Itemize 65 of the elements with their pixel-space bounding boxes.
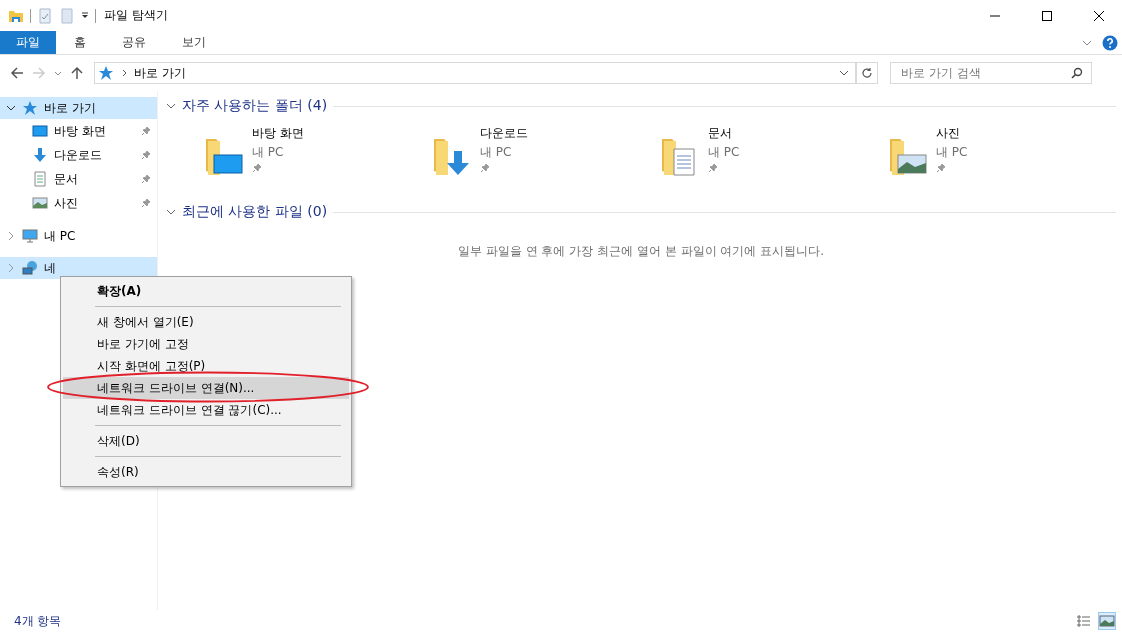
folder-location: 내 PC xyxy=(252,144,285,161)
section-heading[interactable]: 최근에 사용한 파일 (0) xyxy=(182,203,328,221)
star-icon xyxy=(22,100,38,116)
tree-item[interactable]: 사진 xyxy=(0,191,157,215)
menu-item[interactable]: 삭제(D) xyxy=(63,430,349,452)
folder-name: 바탕 화면 xyxy=(252,125,304,142)
network-icon xyxy=(22,260,38,276)
item-count: 4개 항목 xyxy=(14,612,62,630)
maximize-icon xyxy=(1042,10,1052,21)
search-icon[interactable] xyxy=(1071,67,1083,79)
empty-message: 일부 파일을 연 후에 가장 최근에 열어 본 파일이 여기에 표시됩니다. xyxy=(457,243,825,260)
folder-location: 내 PC xyxy=(480,144,513,161)
ribbon-tab[interactable]: 홈 xyxy=(56,31,104,54)
folder-name: 사진 xyxy=(936,125,961,142)
dropdown-icon[interactable] xyxy=(81,11,89,20)
chevron-down-icon[interactable] xyxy=(54,69,62,77)
menu-item[interactable]: 바로 가기에 고정 xyxy=(63,333,349,355)
tree-item[interactable]: 다운로드 xyxy=(0,143,157,167)
back-arrow-icon[interactable] xyxy=(10,66,24,80)
picture-icon xyxy=(32,195,48,211)
address-bar[interactable]: 바로 가기 xyxy=(94,62,856,84)
down-arrow-icon xyxy=(32,147,48,163)
section-heading[interactable]: 자주 사용하는 폴더 (4) xyxy=(182,97,328,115)
tree-item[interactable]: 네 xyxy=(0,257,157,279)
ribbon-tab[interactable]: 보기 xyxy=(164,31,224,54)
details-view-icon[interactable] xyxy=(1076,613,1092,629)
folder-location: 내 PC xyxy=(708,144,740,161)
folder-tile[interactable]: 바탕 화면 내 PC xyxy=(200,121,428,191)
refresh-icon xyxy=(861,67,873,79)
expanded-chevron-icon[interactable] xyxy=(166,207,176,217)
folder-tile[interactable]: 사진 내 PC xyxy=(884,121,1112,191)
star-icon xyxy=(98,65,114,81)
close-icon xyxy=(1094,10,1104,21)
folder-name: 다운로드 xyxy=(480,125,528,142)
address-path: 바로 가기 xyxy=(134,64,186,82)
document-icon xyxy=(32,171,48,187)
search-field[interactable]: 바로 가기 검색 xyxy=(890,62,1092,84)
monitor-icon xyxy=(22,228,38,244)
tree-item[interactable]: 문서 xyxy=(0,167,157,191)
menu-item[interactable]: 네트워크 드라이브 연결 끊기(C)... xyxy=(63,399,349,421)
tree-item[interactable]: 바로 가기 xyxy=(0,97,157,119)
menu-item[interactable]: 네트워크 드라이브 연결(N)... xyxy=(63,377,349,399)
ribbon-tab[interactable]: 파일 xyxy=(0,31,56,54)
menu-item[interactable]: 확장(A) xyxy=(63,280,349,302)
refresh-button[interactable] xyxy=(856,62,878,84)
window-title: 파일 탐색기 xyxy=(104,7,168,24)
menu-item[interactable]: 새 창에서 열기(E) xyxy=(63,311,349,333)
tree-item[interactable]: 바탕 화면 xyxy=(0,119,157,143)
expanded-chevron-icon[interactable] xyxy=(6,103,16,113)
chevron-right-icon xyxy=(120,69,128,77)
desktop-icon xyxy=(32,123,48,139)
large-icons-view-icon[interactable] xyxy=(1098,612,1116,630)
tree-item[interactable]: 내 PC xyxy=(0,225,157,247)
folder-tile[interactable]: 다운로드 내 PC xyxy=(428,121,656,191)
menu-item[interactable]: 시작 화면에 고정(P) xyxy=(63,355,349,377)
up-arrow-icon[interactable] xyxy=(70,66,84,80)
folder-name: 문서 xyxy=(708,125,733,142)
help-icon[interactable] xyxy=(1102,34,1118,51)
collapsed-chevron-icon[interactable] xyxy=(6,231,16,241)
expanded-chevron-icon[interactable] xyxy=(166,101,176,111)
chevron-down-icon[interactable] xyxy=(839,68,849,78)
folder-location: 내 PC xyxy=(936,144,968,161)
ribbon-tab[interactable]: 공유 xyxy=(104,31,164,54)
menu-item[interactable]: 속성(R) xyxy=(63,461,349,483)
folder-tile[interactable]: 문서 내 PC xyxy=(656,121,884,191)
